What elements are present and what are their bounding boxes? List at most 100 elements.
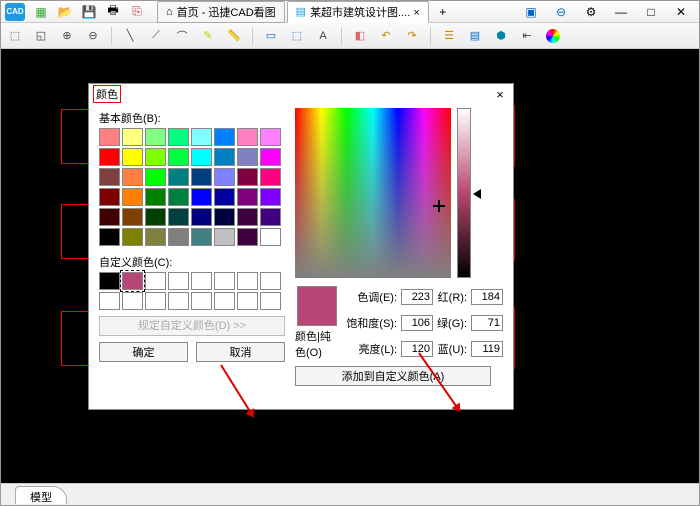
add-custom-button[interactable]: 添加到自定义颜色(A) [295,366,491,386]
color-swatch[interactable] [237,128,258,146]
custom-swatch[interactable] [237,292,258,310]
maximize-icon[interactable]: □ [643,4,659,20]
color-swatch[interactable] [168,208,189,226]
settings-icon[interactable]: ⚙ [583,4,599,20]
color-swatch[interactable] [191,208,212,226]
text-icon[interactable]: A [313,26,333,46]
color-swatch[interactable] [260,148,281,166]
custom-swatch[interactable] [237,272,258,290]
b-input[interactable] [471,341,503,357]
color-swatch[interactable] [214,168,235,186]
zoom-extents-icon[interactable]: ◱ [31,26,51,46]
custom-swatch[interactable] [168,272,189,290]
arc-icon[interactable]: ⌒ [172,26,192,46]
custom-swatch[interactable] [191,272,212,290]
custom-swatch[interactable] [145,272,166,290]
color-swatch[interactable] [122,228,143,246]
zoom-window-icon[interactable]: ⬚ [5,26,25,46]
custom-swatch[interactable] [191,292,212,310]
color-swatch[interactable] [237,208,258,226]
export-icon[interactable]: ⎘ [129,4,145,20]
tab-home[interactable]: ⌂ 首页 - 迅捷CAD看图 [157,1,285,23]
color-swatch[interactable] [214,188,235,206]
color-swatch[interactable] [191,188,212,206]
r-input[interactable] [471,289,503,305]
3d-icon[interactable]: ⬢ [491,26,511,46]
zoom-out-tool-icon[interactable]: ⊖ [83,26,103,46]
open-icon[interactable]: 📂 [57,4,73,20]
color-swatch[interactable] [145,168,166,186]
cancel-button[interactable]: 取消 [196,342,285,362]
color-swatch[interactable] [145,228,166,246]
color-swatch[interactable] [237,188,258,206]
color-swatch[interactable] [214,148,235,166]
color-swatch[interactable] [191,148,212,166]
custom-swatch[interactable] [99,292,120,310]
color-swatch[interactable] [168,128,189,146]
erase-icon[interactable]: ◧ [350,26,370,46]
color-swatch[interactable] [122,128,143,146]
dimension-icon[interactable]: ⇤ [517,26,537,46]
layers-icon[interactable]: ☰ [439,26,459,46]
color-swatch[interactable] [214,228,235,246]
properties-icon[interactable]: ▤ [465,26,485,46]
redo-icon[interactable]: ↷ [402,26,422,46]
new-icon[interactable]: ▦ [33,4,49,20]
sat-input[interactable] [401,315,433,331]
color-swatch[interactable] [99,148,120,166]
highlight-icon[interactable]: ✎ [198,26,218,46]
tab-file[interactable]: ▤ 某超市建筑设计图.... × [287,1,429,23]
color-swatch[interactable] [99,168,120,186]
color-swatch[interactable] [122,188,143,206]
color-swatch[interactable] [122,148,143,166]
minimize-icon[interactable]: — [613,4,629,20]
color-swatch[interactable] [122,168,143,186]
custom-swatch[interactable] [122,292,143,310]
color-swatch[interactable] [145,188,166,206]
color-swatch[interactable] [168,188,189,206]
custom-swatch[interactable] [260,292,281,310]
color-swatch[interactable] [168,168,189,186]
dialog-close-icon[interactable]: × [491,87,509,102]
custom-swatch[interactable] [260,272,281,290]
color-swatch[interactable] [260,128,281,146]
hue-sat-picker[interactable] [295,108,451,278]
custom-swatch[interactable] [122,272,143,290]
zoom-in-icon[interactable]: ⊕ [57,26,77,46]
color-swatch[interactable] [99,128,120,146]
color-swatch[interactable] [122,208,143,226]
model-tab[interactable]: 模型 [15,486,67,504]
g-input[interactable] [471,315,503,331]
lum-input[interactable] [401,341,433,357]
print-icon[interactable]: 🖶 [105,4,121,20]
zoom-fit-icon[interactable]: ▣ [523,4,539,20]
color-swatch[interactable] [99,228,120,246]
color-swatch[interactable] [260,168,281,186]
custom-swatch[interactable] [168,292,189,310]
close-icon[interactable]: ✕ [673,4,689,20]
color-swatch[interactable] [99,188,120,206]
color-swatch[interactable] [260,208,281,226]
color-swatch[interactable] [145,208,166,226]
polyline-icon[interactable]: ⟋ [146,26,166,46]
color-swatch[interactable] [168,228,189,246]
color-swatch[interactable] [237,228,258,246]
color-swatch[interactable] [145,128,166,146]
color-swatch[interactable] [145,148,166,166]
save-icon[interactable]: 💾 [81,4,97,20]
rect-icon[interactable]: ▭ [261,26,281,46]
tab-add-icon[interactable]: + [435,4,451,20]
line-icon[interactable]: ╲ [120,26,140,46]
color-swatch[interactable] [260,228,281,246]
color-swatch[interactable] [191,128,212,146]
custom-swatch[interactable] [99,272,120,290]
custom-swatch[interactable] [214,272,235,290]
color-swatch[interactable] [237,148,258,166]
luminance-bar[interactable] [457,108,471,278]
color-swatch[interactable] [214,128,235,146]
measure-icon[interactable]: 📏 [224,26,244,46]
color-swatch[interactable] [237,168,258,186]
ok-button[interactable]: 确定 [99,342,188,362]
color-wheel-icon[interactable] [543,26,563,46]
zoom-out-icon[interactable]: ⊖ [553,4,569,20]
